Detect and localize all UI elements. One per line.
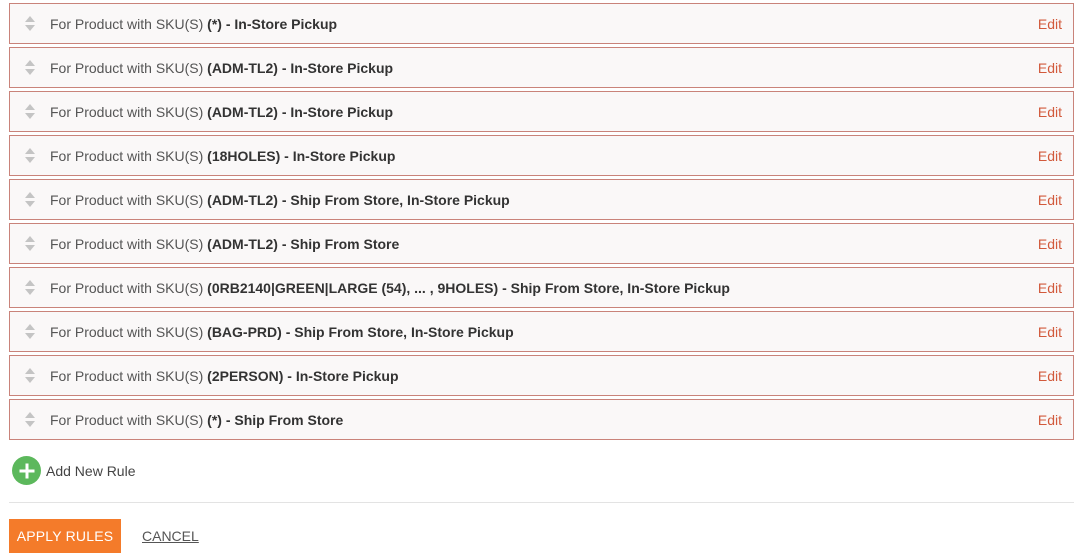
rule-row: For Product with SKU(S) (*) - In-Store P… [9, 3, 1074, 44]
drag-handle-icon[interactable] [10, 48, 50, 87]
rule-separator: - [281, 191, 287, 208]
drag-handle-icon[interactable] [10, 400, 50, 439]
rule-description: For Product with SKU(S) (2PERSON) - In-S… [50, 368, 1038, 384]
rule-method: In-Store Pickup [290, 59, 394, 76]
rule-sku: (18HOLES) [207, 147, 281, 164]
drag-handle-icon[interactable] [10, 224, 50, 263]
rule-description: For Product with SKU(S) (*) - Ship From … [50, 412, 1038, 428]
rule-prefix: For Product with SKU(S) [50, 235, 204, 252]
rule-sku: (BAG-PRD) [207, 323, 282, 340]
rule-sku: (ADM-TL2) [207, 191, 278, 208]
edit-rule-link[interactable]: Edit [1038, 236, 1062, 252]
add-new-rule-label[interactable]: Add New Rule [46, 463, 136, 479]
rule-prefix: For Product with SKU(S) [50, 411, 204, 428]
rule-separator: - [287, 367, 292, 384]
drag-handle-icon[interactable] [10, 136, 50, 175]
rule-sku: (*) [207, 15, 222, 32]
drag-handle-icon[interactable] [10, 180, 50, 219]
rule-row: For Product with SKU(S) (2PERSON) - In-S… [9, 355, 1074, 396]
rule-description: For Product with SKU(S) (BAG-PRD) - Ship… [50, 324, 1038, 340]
rule-method: In-Store Pickup [295, 367, 399, 384]
rule-separator: - [281, 103, 287, 120]
rule-separator: - [284, 147, 289, 164]
rule-separator: - [285, 323, 291, 340]
rule-row: For Product with SKU(S) (BAG-PRD) - Ship… [9, 311, 1074, 352]
divider [9, 502, 1074, 503]
rule-separator: - [225, 15, 231, 32]
rule-method: Ship From Store, In-Store Pickup [294, 323, 514, 340]
rule-row: For Product with SKU(S) (ADM-TL2) - Ship… [9, 223, 1074, 264]
drag-handle-icon[interactable] [10, 312, 50, 351]
edit-rule-link[interactable]: Edit [1038, 104, 1062, 120]
edit-rule-link[interactable]: Edit [1038, 192, 1062, 208]
rule-method: In-Store Pickup [234, 15, 338, 32]
rule-description: For Product with SKU(S) (0RB2140|GREEN|L… [50, 280, 1038, 296]
plus-circle-icon[interactable] [12, 456, 41, 485]
edit-rule-link[interactable]: Edit [1038, 148, 1062, 164]
rule-sku: (ADM-TL2) [207, 103, 278, 120]
rule-prefix: For Product with SKU(S) [50, 279, 204, 296]
drag-handle-icon[interactable] [10, 92, 50, 131]
rule-description: For Product with SKU(S) (ADM-TL2) - Ship… [50, 236, 1038, 252]
rule-description: For Product with SKU(S) (18HOLES) - In-S… [50, 148, 1038, 164]
rule-separator: - [281, 59, 287, 76]
rule-prefix: For Product with SKU(S) [50, 323, 204, 340]
apply-rules-button[interactable]: APPLY RULES [9, 519, 121, 553]
rule-description: For Product with SKU(S) (*) - In-Store P… [50, 16, 1038, 32]
rule-method: In-Store Pickup [290, 103, 394, 120]
rule-row: For Product with SKU(S) (*) - Ship From … [9, 399, 1074, 440]
rule-method: Ship From Store [234, 411, 344, 428]
rule-separator: - [281, 235, 287, 252]
rule-row: For Product with SKU(S) (0RB2140|GREEN|L… [9, 267, 1074, 308]
edit-rule-link[interactable]: Edit [1038, 60, 1062, 76]
rule-sku: (ADM-TL2) [207, 235, 278, 252]
rule-row: For Product with SKU(S) (ADM-TL2) - Ship… [9, 179, 1074, 220]
cancel-link[interactable]: CANCEL [142, 528, 199, 544]
rule-prefix: For Product with SKU(S) [50, 59, 204, 76]
drag-handle-icon[interactable] [10, 4, 50, 43]
edit-rule-link[interactable]: Edit [1038, 280, 1062, 296]
rule-sku: (2PERSON) [207, 367, 284, 384]
drag-handle-icon[interactable] [10, 268, 50, 307]
rule-description: For Product with SKU(S) (ADM-TL2) - In-S… [50, 60, 1038, 76]
rule-description: For Product with SKU(S) (ADM-TL2) - Ship… [50, 192, 1038, 208]
rule-separator: - [502, 279, 507, 296]
edit-rule-link[interactable]: Edit [1038, 368, 1062, 384]
rule-row: For Product with SKU(S) (ADM-TL2) - In-S… [9, 91, 1074, 132]
rule-sku: (ADM-TL2) [207, 59, 278, 76]
rule-prefix: For Product with SKU(S) [50, 15, 204, 32]
edit-rule-link[interactable]: Edit [1038, 16, 1062, 32]
rule-separator: - [225, 411, 231, 428]
rule-method: In-Store Pickup [292, 147, 396, 164]
edit-rule-link[interactable]: Edit [1038, 324, 1062, 340]
rule-prefix: For Product with SKU(S) [50, 147, 204, 164]
edit-rule-link[interactable]: Edit [1038, 412, 1062, 428]
rule-method: Ship From Store, In-Store Pickup [290, 191, 510, 208]
rule-sku: (*) [207, 411, 222, 428]
rule-prefix: For Product with SKU(S) [50, 191, 204, 208]
rule-description: For Product with SKU(S) (ADM-TL2) - In-S… [50, 104, 1038, 120]
rule-prefix: For Product with SKU(S) [50, 103, 204, 120]
rule-method: Ship From Store [290, 235, 400, 252]
shipping-rules-panel: For Product with SKU(S) (*) - In-Store P… [0, 0, 1083, 560]
rule-row: For Product with SKU(S) (ADM-TL2) - In-S… [9, 47, 1074, 88]
rule-row: For Product with SKU(S) (18HOLES) - In-S… [9, 135, 1074, 176]
rule-method: Ship From Store, In-Store Pickup [510, 279, 730, 296]
rule-sku: (0RB2140|GREEN|LARGE (54), ... , 9HOLES) [207, 279, 499, 296]
rule-prefix: For Product with SKU(S) [50, 367, 204, 384]
rule-list: For Product with SKU(S) (*) - In-Store P… [9, 3, 1074, 443]
drag-handle-icon[interactable] [10, 356, 50, 395]
add-new-rule-button[interactable]: Add New Rule [12, 456, 136, 485]
